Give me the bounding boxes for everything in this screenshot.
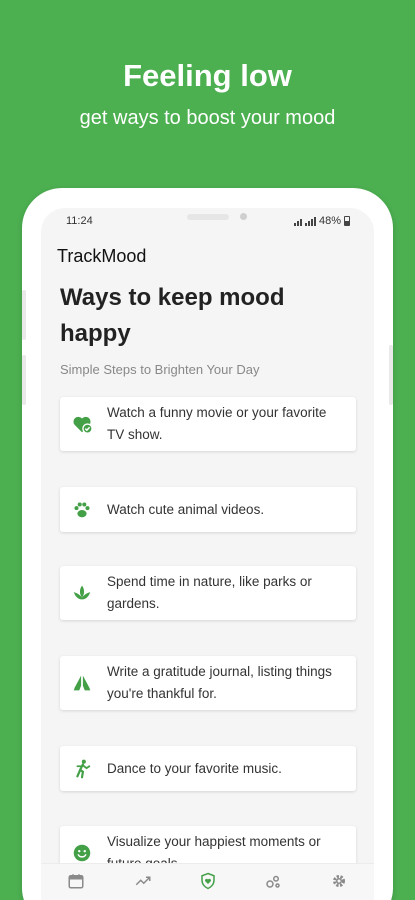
bottom-nav <box>41 863 374 900</box>
tip-card[interactable]: Write a gratitude journal, listing thing… <box>60 656 356 710</box>
camera-icon <box>240 213 247 220</box>
tip-text: Dance to your favorite music. <box>107 760 282 776</box>
cell-signal-icon <box>304 216 316 226</box>
battery-icon <box>344 216 350 226</box>
tip-text: Write a gratitude journal, listing thing… <box>107 664 332 701</box>
tip-text: Watch cute animal videos. <box>107 501 265 517</box>
phone-side-button <box>22 355 26 405</box>
tip-card[interactable]: Watch cute animal videos. <box>60 487 356 532</box>
speaker-notch <box>187 214 229 220</box>
promo-subtitle: get ways to boost your mood <box>79 107 336 129</box>
tip-text: Spend time in nature, like parks or gard… <box>107 574 312 611</box>
tip-card[interactable]: Spend time in nature, like parks or gard… <box>60 566 356 620</box>
page-subtitle: Simple Steps to Brighten Your Day <box>60 362 260 377</box>
tip-card[interactable]: Watch a funny movie or your favorite TV … <box>60 397 356 451</box>
battery-percent: 48% <box>318 215 341 227</box>
status-time: 11:24 <box>66 215 93 227</box>
phone-side-button <box>389 345 393 405</box>
dancing-person-icon <box>71 758 93 780</box>
status-icons: 48% <box>293 215 350 227</box>
leaf-icon <box>71 582 93 604</box>
app-title: TrackMood <box>57 246 147 266</box>
gear-icon[interactable] <box>330 872 348 890</box>
heart-check-icon <box>71 413 93 435</box>
phone-screen: 11:24 48% TrackMood Ways to keep mood ha… <box>41 208 374 900</box>
paw-icon <box>71 499 93 521</box>
calendar-icon[interactable] <box>67 872 85 890</box>
praying-hands-icon <box>71 672 93 694</box>
status-bar: 11:24 48% <box>41 208 374 234</box>
phone-side-button <box>22 290 26 340</box>
trend-chart-icon[interactable] <box>134 872 152 890</box>
wifi-signal-icon <box>293 217 302 226</box>
smiley-icon <box>71 842 93 864</box>
shield-heart-icon[interactable] <box>199 872 217 890</box>
bubbles-icon[interactable] <box>264 872 282 890</box>
tip-card[interactable]: Dance to your favorite music. <box>60 746 356 791</box>
page-title: Ways to keep mood happy <box>60 284 285 347</box>
promo-title: Feeling low <box>123 58 292 93</box>
tip-text: Watch a funny movie or your favorite TV … <box>107 405 327 442</box>
